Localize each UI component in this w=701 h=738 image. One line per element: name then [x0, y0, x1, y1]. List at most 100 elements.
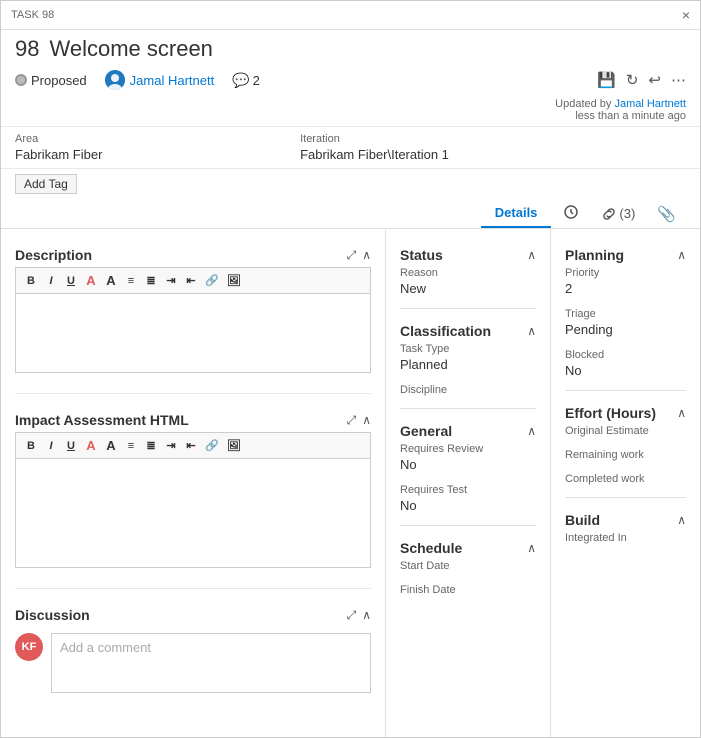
comment-badge[interactable]: 💬 2	[232, 72, 260, 89]
refresh-icon[interactable]: ↻	[626, 71, 639, 89]
planning-section: Planning ∧ Priority 2 Triage Pending Blo…	[565, 239, 686, 378]
left-panel: Description ⤢ ∧ B I U A A ≡ ≣ ⇥ ⇤ 🔗	[1, 229, 386, 737]
discussion-input[interactable]: Add a comment	[51, 633, 371, 693]
description-toolbar: B I U A A ≡ ≣ ⇥ ⇤ 🔗 🖼	[15, 267, 371, 293]
impact-expand-icon[interactable]: ⤢	[347, 413, 357, 428]
requires-test-field: Requires Test No	[400, 484, 536, 513]
status-title: Status	[400, 247, 443, 263]
description-collapse-icon[interactable]: ∧	[362, 248, 371, 263]
impact-bgcolor-button[interactable]: A	[102, 437, 120, 454]
tab-history-icon[interactable]	[553, 199, 589, 228]
toolbar-icons: 💾 ↻ ↩ ⋯	[597, 71, 686, 89]
iteration-label: Iteration	[300, 133, 552, 145]
updated-text: Updated by	[555, 98, 611, 110]
start-date-label: Start Date	[400, 560, 536, 572]
status-divider	[400, 308, 536, 309]
impact-italic-button[interactable]: I	[42, 437, 60, 454]
underline-button[interactable]: U	[62, 272, 80, 289]
color-button[interactable]: A	[82, 272, 100, 289]
schedule-collapse[interactable]: ∧	[527, 541, 536, 555]
impact-bold-button[interactable]: B	[22, 437, 40, 454]
classification-title: Classification	[400, 323, 491, 339]
impact-toolbar: B I U A A ≡ ≣ ⇥ ⇤ 🔗 🖼	[15, 432, 371, 458]
build-section: Build ∧ Integrated In	[565, 504, 686, 544]
general-divider	[400, 525, 536, 526]
general-section: General ∧ Requires Review No Requires Te…	[400, 415, 536, 513]
general-collapse[interactable]: ∧	[527, 424, 536, 438]
add-tag-button[interactable]: Add Tag	[15, 174, 77, 194]
more-icon[interactable]: ⋯	[671, 71, 686, 89]
impact-underline-button[interactable]: U	[62, 437, 80, 454]
save-icon[interactable]: 💾	[597, 71, 616, 89]
reason-label: Reason	[400, 267, 536, 279]
task-type-field: Task Type Planned	[400, 343, 536, 372]
finish-date-field: Finish Date	[400, 584, 536, 596]
discussion-title: Discussion	[15, 607, 90, 623]
discipline-field: Discipline	[400, 384, 536, 396]
impact-indent-button[interactable]: ⇥	[162, 437, 180, 454]
priority-value[interactable]: 2	[565, 281, 686, 296]
reason-field: Reason New	[400, 267, 536, 296]
requires-review-label: Requires Review	[400, 443, 536, 455]
schedule-title: Schedule	[400, 540, 462, 556]
tabs-row: Details (3) 📎	[1, 199, 700, 229]
italic-button[interactable]: I	[42, 272, 60, 289]
bold-button[interactable]: B	[22, 272, 40, 289]
description-editor[interactable]	[15, 293, 371, 373]
ol-button[interactable]: ≣	[142, 272, 160, 289]
impact-editor[interactable]	[15, 458, 371, 568]
discussion-avatar: KF	[15, 633, 43, 661]
impact-ul-button[interactable]: ≡	[122, 437, 140, 454]
status-field[interactable]: Proposed	[15, 73, 87, 88]
impact-section: Impact Assessment HTML ⤢ ∧ B I U A A ≡ ≣…	[1, 394, 385, 588]
avatar-image	[105, 70, 125, 90]
requires-test-value[interactable]: No	[400, 498, 536, 513]
title-bar: TASK 98 ×	[1, 1, 700, 30]
build-collapse[interactable]: ∧	[677, 513, 686, 527]
area-value[interactable]: Fabrikam Fiber	[15, 147, 267, 162]
image-button[interactable]: 🖼	[224, 272, 244, 289]
status-collapse[interactable]: ∧	[527, 248, 536, 262]
ul-button[interactable]: ≡	[122, 272, 140, 289]
requires-review-field: Requires Review No	[400, 443, 536, 472]
task-type-value[interactable]: Planned	[400, 357, 536, 372]
assignee-field[interactable]: Jamal Hartnett	[105, 70, 215, 90]
impact-outdent-button[interactable]: ⇤	[182, 437, 200, 454]
close-button[interactable]: ×	[682, 7, 690, 23]
impact-color-button[interactable]: A	[82, 437, 100, 454]
links-icon	[601, 206, 617, 222]
effort-title: Effort (Hours)	[565, 405, 656, 421]
effort-divider	[565, 497, 686, 498]
impact-image-button[interactable]: 🖼	[224, 437, 244, 454]
impact-link-button[interactable]: 🔗	[202, 437, 222, 454]
area-label: Area	[15, 133, 267, 145]
remaining-work-label: Remaining work	[565, 449, 686, 461]
build-title: Build	[565, 512, 600, 528]
bgcolor-button[interactable]: A	[102, 272, 120, 289]
description-expand-icon[interactable]: ⤢	[347, 248, 357, 263]
discussion-expand-icon[interactable]: ⤢	[347, 608, 357, 623]
undo-icon[interactable]: ↩	[648, 71, 661, 89]
planning-collapse[interactable]: ∧	[677, 248, 686, 262]
effort-section: Effort (Hours) ∧ Original Estimate Remai…	[565, 397, 686, 485]
classification-collapse[interactable]: ∧	[527, 324, 536, 338]
blocked-value[interactable]: No	[565, 363, 686, 378]
outdent-button[interactable]: ⇤	[182, 272, 200, 289]
reason-value[interactable]: New	[400, 281, 536, 296]
iteration-value[interactable]: Fabrikam Fiber\Iteration 1	[300, 147, 552, 162]
tab-details[interactable]: Details	[481, 199, 552, 228]
triage-value[interactable]: Pending	[565, 322, 686, 337]
link-button[interactable]: 🔗	[202, 272, 222, 289]
discussion-collapse-icon[interactable]: ∧	[362, 608, 371, 623]
impact-ol-button[interactable]: ≣	[142, 437, 160, 454]
requires-review-value[interactable]: No	[400, 457, 536, 472]
impact-collapse-icon[interactable]: ∧	[362, 413, 371, 428]
tab-attachments-button[interactable]: 📎	[647, 200, 686, 228]
tab-links-button[interactable]: (3)	[591, 201, 645, 227]
priority-label: Priority	[565, 267, 686, 279]
indent-button[interactable]: ⇥	[162, 272, 180, 289]
schedule-section: Schedule ∧ Start Date Finish Date	[400, 532, 536, 596]
effort-collapse[interactable]: ∧	[677, 406, 686, 420]
build-header: Build ∧	[565, 504, 686, 532]
updated-by-link[interactable]: Jamal Hartnett	[614, 98, 686, 110]
